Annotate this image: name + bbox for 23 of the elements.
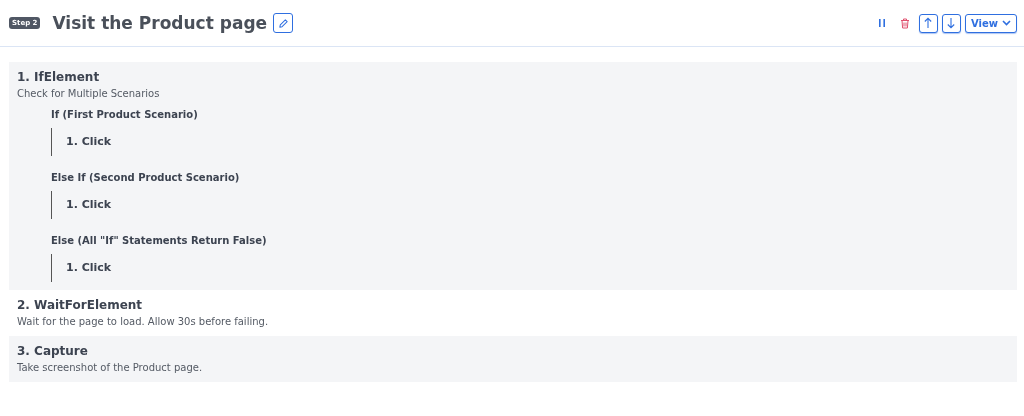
edit-button[interactable] <box>273 13 294 33</box>
child-action-title: 1. Click <box>66 134 113 150</box>
chevron-down-icon <box>1002 20 1011 26</box>
step-title: Visit the Product page <box>52 13 268 33</box>
child-action-title: 1. Click <box>66 260 113 276</box>
move-up-button[interactable] <box>919 13 938 33</box>
trash-icon[interactable] <box>900 17 910 29</box>
pause-icon[interactable] <box>877 18 887 28</box>
branch-label: Else (All "If" Statements Return False) <box>51 234 268 248</box>
child-action-title: 1. Click <box>66 197 113 213</box>
action-description: Take screenshot of the Product page. <box>17 361 204 375</box>
arrow-down-icon <box>946 17 957 29</box>
action-description: Check for Multiple Scenarios <box>17 87 161 101</box>
action-description: Wait for the page to load. Allow 30s before failing. <box>17 315 270 329</box>
action-title: 2. WaitForElement <box>17 297 144 314</box>
branch-label: If (First Product Scenario) <box>51 108 199 122</box>
view-button[interactable]: View <box>965 13 1017 33</box>
branch-label: Else If (Second Product Scenario) <box>51 171 241 185</box>
action-title: 1. IfElement <box>17 69 101 86</box>
move-down-button[interactable] <box>942 13 961 33</box>
arrow-up-icon <box>923 17 934 29</box>
pencil-icon <box>277 17 289 29</box>
action-title: 3. Capture <box>17 343 89 360</box>
